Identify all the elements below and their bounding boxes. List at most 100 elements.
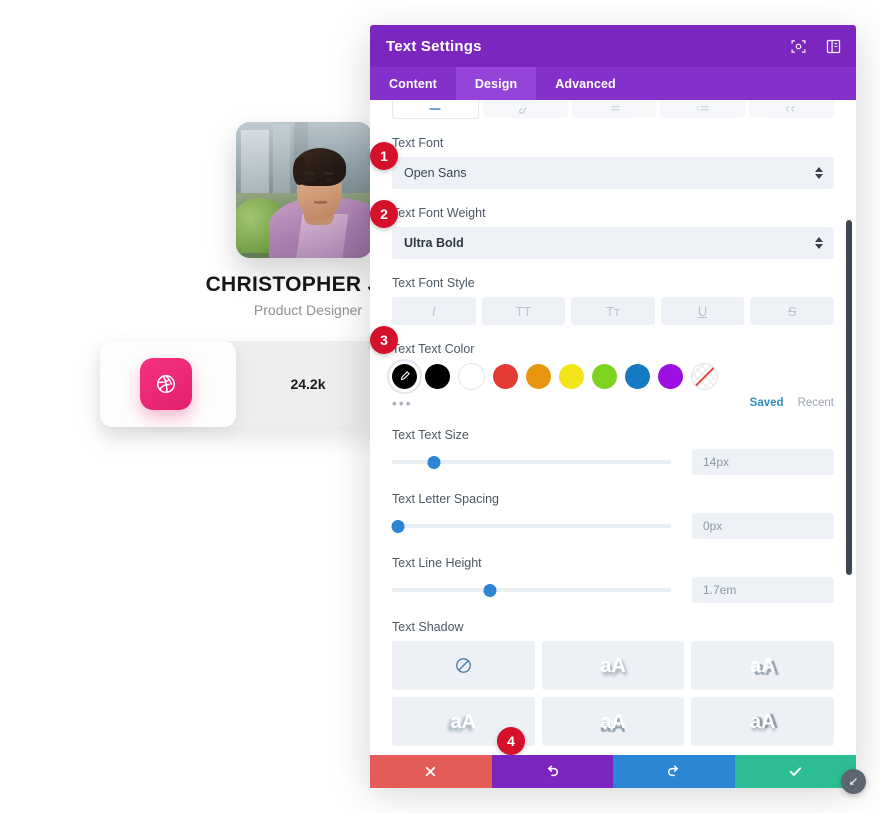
numbered-list-button[interactable]	[660, 100, 746, 118]
text-font-value: Open Sans	[404, 166, 467, 180]
swatch-red[interactable]	[493, 364, 518, 389]
swatch-orange[interactable]	[526, 364, 551, 389]
panel-tabs: Content Design Advanced	[370, 67, 856, 100]
swatch-green[interactable]	[592, 364, 617, 389]
swatch-white[interactable]	[458, 363, 485, 390]
strikethrough-glyph: S	[787, 303, 797, 319]
swatch-blue[interactable]	[625, 364, 650, 389]
color-swatch-row	[387, 359, 834, 394]
text-font-weight-value: Ultra Bold	[404, 236, 464, 250]
shadow-preview-text: aA	[600, 710, 626, 733]
bullet-list-button[interactable]	[571, 100, 657, 118]
step-badge-3: 3	[370, 326, 398, 354]
shadow-preview-text: aA	[749, 710, 776, 733]
text-text-size-slider-knob[interactable]	[427, 455, 441, 469]
panel-scrollbar[interactable]	[846, 220, 852, 575]
chevron-updown-icon	[815, 167, 823, 179]
text-font-weight-select[interactable]: Ultra Bold	[392, 227, 834, 259]
redo-button[interactable]	[613, 755, 735, 788]
capitalize-icon[interactable]: Tᴛ	[571, 297, 655, 325]
text-letter-spacing-slider-knob[interactable]	[391, 519, 405, 533]
italic-icon[interactable]: I	[392, 297, 476, 325]
stat-card: 24.2k	[100, 341, 380, 427]
more-colors-icon[interactable]: •••	[392, 396, 413, 410]
text-text-size-label: Text Text Size	[392, 428, 469, 442]
shadow-soft-down[interactable]: aA	[541, 641, 685, 690]
shadow-preview-text: aA	[749, 654, 776, 677]
uppercase-icon[interactable]: TT	[481, 297, 566, 325]
focus-icon[interactable]	[790, 38, 807, 55]
text-text-size-slider[interactable]	[392, 452, 671, 472]
shadow-none[interactable]	[392, 641, 535, 690]
tab-content[interactable]: Content	[370, 67, 456, 100]
step-badge-2: 2	[370, 200, 398, 228]
shadow-hard-right[interactable]: aA	[691, 641, 834, 690]
panel-header: Text Settings	[370, 25, 856, 67]
text-line-height-slider-knob[interactable]	[483, 583, 497, 597]
recent-colors-tab[interactable]: Recent	[798, 397, 834, 409]
field-text-text-size: Text Text Size 14px	[370, 428, 856, 475]
swatch-none[interactable]	[691, 363, 718, 390]
field-text-font: Text Font Open Sans	[370, 136, 856, 189]
swatch-yellow[interactable]	[559, 364, 584, 389]
field-text-font-weight: Text Font Weight Ultra Bold	[370, 206, 856, 259]
text-font-weight-label: Text Font Weight	[392, 206, 486, 220]
shadow-bottom[interactable]: aA	[541, 697, 685, 746]
text-shadow-label: Text Shadow	[392, 620, 464, 634]
saved-colors-tab[interactable]: Saved	[750, 397, 784, 409]
tab-advanced[interactable]: Advanced	[536, 67, 635, 100]
paragraph-format-button[interactable]	[392, 100, 479, 119]
shadow-preview-text: aA	[450, 710, 477, 733]
stat-value: 24.2k	[290, 376, 326, 392]
field-text-shadow: Text Shadow aA aA aA aA aA	[370, 620, 856, 746]
text-font-select[interactable]: Open Sans	[392, 157, 834, 189]
link-button[interactable]	[482, 100, 568, 118]
underline-icon[interactable]: U	[660, 297, 745, 325]
italic-glyph: I	[431, 303, 436, 319]
text-font-style-buttons: I TT Tᴛ U S	[392, 297, 834, 325]
undo-button[interactable]	[491, 755, 613, 788]
resize-handle[interactable]	[841, 769, 866, 794]
panel-action-bar	[370, 755, 856, 788]
chevron-updown-icon	[815, 237, 823, 249]
field-text-text-color: Text Text Color ••• Saved Recent	[370, 342, 856, 411]
field-text-letter-spacing: Text Letter Spacing 0px	[370, 492, 856, 539]
text-text-color-label: Text Text Color	[392, 342, 475, 356]
panel-title: Text Settings	[386, 37, 482, 55]
swatch-purple[interactable]	[658, 364, 683, 389]
uppercase-glyph: TT	[515, 303, 532, 319]
capitalize-glyph: Tᴛ	[606, 303, 620, 319]
text-line-height-label: Text Line Height	[392, 556, 482, 570]
text-shadow-grid: aA aA aA aA aA	[392, 641, 834, 746]
swatch-picker[interactable]	[387, 359, 422, 394]
text-font-label: Text Font	[392, 136, 444, 150]
tab-design[interactable]: Design	[455, 67, 537, 100]
text-letter-spacing-input[interactable]: 0px	[692, 513, 834, 539]
text-line-height-slider[interactable]	[392, 580, 671, 600]
text-font-style-label: Text Font Style	[392, 276, 475, 290]
step-badge-1: 1	[370, 142, 398, 170]
panel-body: Text Font Open Sans Text Font Weight Ult…	[370, 100, 856, 748]
text-letter-spacing-label: Text Letter Spacing	[392, 492, 500, 506]
text-line-height-input[interactable]: 1.7em	[692, 577, 834, 603]
step-badge-4: 4	[497, 727, 525, 755]
layout-panel-icon[interactable]	[825, 38, 842, 55]
dribbble-icon	[140, 358, 192, 410]
paragraph-toolbar-row	[370, 100, 856, 119]
text-text-size-input[interactable]: 14px	[692, 449, 834, 475]
shadow-preview-text: aA	[600, 654, 626, 677]
color-swatch-meta: ••• Saved Recent	[392, 395, 834, 411]
field-text-line-height: Text Line Height 1.7em	[370, 556, 856, 603]
text-letter-spacing-slider[interactable]	[391, 516, 671, 536]
cancel-button[interactable]	[370, 755, 492, 788]
strikethrough-icon[interactable]: S	[750, 297, 834, 325]
text-settings-panel: Text Settings Content Design Advanced Te…	[370, 25, 856, 781]
blockquote-button[interactable]	[749, 100, 834, 118]
save-button[interactable]	[734, 755, 856, 788]
field-text-font-style: Text Font Style I TT Tᴛ U S	[370, 276, 856, 325]
underline-glyph: U	[697, 303, 708, 319]
shadow-right[interactable]: aA	[691, 697, 834, 746]
stat-card-icon-area	[100, 341, 236, 427]
profile-photo	[236, 122, 372, 258]
swatch-black[interactable]	[425, 364, 450, 389]
